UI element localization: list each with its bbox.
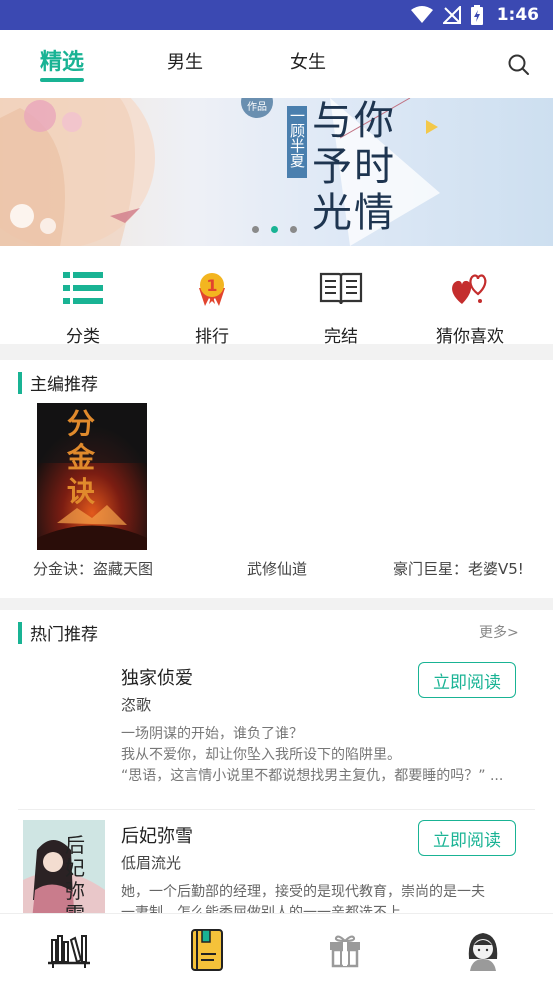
hot-book-item[interactable]: 后妃弥雪 后妃弥雪 低眉流光 她，一个后勤部的经理，接受的是现代教育，崇尚的是一… [0,810,553,913]
nav-bookstore[interactable] [185,928,229,972]
book-cover-editor-pick-1[interactable]: 分金诀 [37,403,147,550]
book-cover-art [23,820,105,913]
tab-active-indicator [40,78,84,82]
description-line: “思语，这言情小说里不都说想找男主复仇，都要睡的吗？” ... [121,768,504,784]
tab-male[interactable]: 男生 [167,48,203,74]
signal-icon [442,6,461,24]
banner-illustration [0,98,440,246]
hot-pick-header: 热门推荐 [18,620,98,645]
section-title: 主编推荐 [30,375,98,395]
banner-title: 与你予时光情 [312,98,396,236]
open-book-icon [319,272,363,305]
book-title: 后妃弥雪 [121,826,193,847]
description-line: 一妻制，怎么能委屈做别人的一一亲都选不上 [121,905,401,913]
battery-charging-icon [470,5,483,25]
tab-female[interactable]: 女生 [290,48,326,74]
profile-icon [468,933,498,971]
editor-pick-book-title[interactable]: 武修仙道 [247,558,307,579]
list-icon [63,272,103,304]
section-accent-bar [18,371,22,394]
wifi-icon [410,6,433,23]
quick-link-finished[interactable]: 完结 [291,266,391,347]
tab-featured[interactable]: 精选 [40,44,84,76]
bottom-nav-bar [0,913,553,983]
section-divider [0,598,553,610]
banner-pagination [252,226,297,233]
medal-icon: 1 [199,273,225,306]
book-description: 她，一个后勤部的经理，接受的是现代教育，崇尚的是一夫 一妻制，怎么能委屈做别人的… [121,882,521,913]
book-cover: 后妃弥雪 [23,820,105,913]
svg-text:1: 1 [206,276,217,295]
quick-link-ranking[interactable]: 1 排行 [162,266,262,347]
gift-icon [330,935,360,968]
nav-gift[interactable] [323,928,367,972]
quick-link-guess-you-like[interactable]: 猜你喜欢 [420,266,520,347]
book-description: 一场阴谋的开始，谁负了谁？ 我从不爱你，却让你坠入我所设下的陷阱里。 “思语，这… [121,724,521,787]
bookshelf-icon [48,935,90,968]
nav-bookshelf[interactable] [47,928,91,972]
banner-author: 一顾半夏 [288,108,306,168]
editor-pick-book-title[interactable]: 分金诀：盗藏天图 [33,558,153,579]
banner-dot[interactable] [290,226,297,233]
description-line: 一场阴谋的开始，谁负了谁？ [121,726,303,742]
banner-dot[interactable] [252,226,259,233]
book-author: 低眉流光 [121,854,182,872]
hot-book-item[interactable]: 独家侦爱 恣歌 一场阴谋的开始，谁负了谁？ 我从不爱你，却让你坠入我所设下的陷阱… [0,650,553,808]
book-author: 恣歌 [121,696,152,714]
description-line: 她，一个后勤部的经理，接受的是现代教育，崇尚的是一夫 [121,884,485,900]
quick-link-category[interactable]: 分类 [33,266,133,347]
book-title: 独家侦爱 [121,668,193,689]
bookstore-icon [191,929,223,971]
description-line: 我从不爱你，却让你坠入我所设下的陷阱里。 [121,747,401,763]
top-tab-bar: 精选 男生 女生 [0,30,553,98]
banner-dot-active[interactable] [271,226,278,233]
read-now-button[interactable]: 立即阅读 [418,820,516,856]
section-title: 热门推荐 [30,625,98,645]
more-link[interactable]: 更多> [479,622,519,642]
editor-pick-header: 主编推荐 [18,370,98,395]
status-time: 1:46 [496,5,539,25]
cover-title-text: 后妃弥雪 [65,833,85,914]
hearts-icon [452,274,487,304]
section-divider [0,344,553,360]
section-accent-bar [18,621,22,644]
read-now-button[interactable]: 立即阅读 [418,662,516,698]
search-icon[interactable] [506,52,532,78]
banner-badge: 作品 [247,102,267,113]
status-bar: 1:46 [0,0,553,30]
promo-banner[interactable]: 作品 一顾半夏 与你予时光情 [0,98,553,246]
nav-profile[interactable] [461,928,505,972]
cover-title-text: 分金诀 [67,407,96,508]
editor-pick-book-title[interactable]: 豪门巨星：老婆V5! [393,558,524,579]
quick-links: 分类 1 排行 完结 猜你喜欢 [0,246,553,347]
